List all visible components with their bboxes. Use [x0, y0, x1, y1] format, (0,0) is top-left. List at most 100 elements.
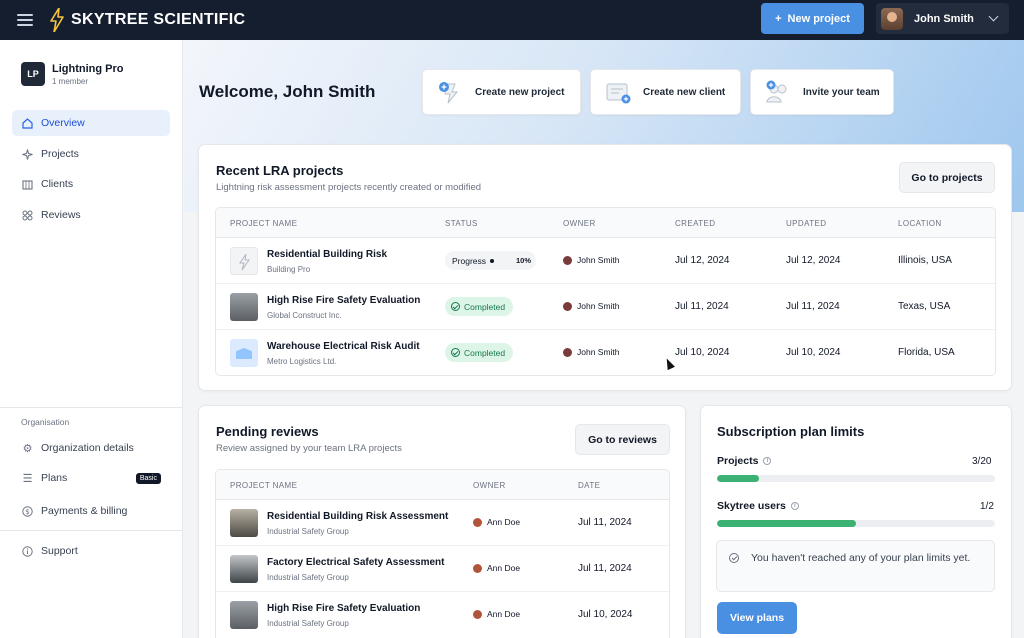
project-name[interactable]: Residential Building Risk	[267, 249, 387, 260]
project-name[interactable]: Residential Building Risk Assessment	[267, 511, 448, 522]
project-client: Global Construct Inc.	[267, 311, 342, 320]
team-plus-icon	[766, 80, 787, 103]
sidebar-item-payments-billing[interactable]: $ Payments & billing	[12, 498, 170, 524]
sidebar-item-label: Support	[41, 545, 78, 557]
project-name[interactable]: Factory Electrical Safety Assessment	[267, 557, 445, 568]
project-plus-icon	[439, 82, 459, 104]
sidebar-item-organization-details[interactable]: ⚙ Organization details	[12, 435, 170, 461]
status-badge: Completed	[445, 297, 514, 316]
project-name[interactable]: High Rise Fire Safety Evaluation	[267, 295, 420, 306]
updated-date: Jul 11, 2024	[786, 301, 840, 312]
go-to-projects-button[interactable]: Go to projects	[899, 162, 995, 193]
info-icon[interactable]: i	[790, 502, 799, 510]
column-header: OWNER	[563, 219, 596, 228]
invite-team-button[interactable]: Invite your team	[750, 69, 894, 115]
view-plans-button[interactable]: View plans	[717, 602, 797, 634]
column-header: LOCATION	[898, 219, 942, 228]
users-progress-bar	[717, 520, 995, 527]
owner-name: John Smith	[577, 301, 620, 311]
org-name: Lightning Pro	[52, 62, 124, 75]
recent-projects-table: PROJECT NAME STATUS OWNER CREATED UPDATE…	[215, 207, 996, 376]
user-menu[interactable]: John Smith	[876, 3, 1009, 34]
location: Illinois, USA	[898, 255, 952, 266]
user-name: John Smith	[914, 12, 974, 25]
owner: John Smith	[563, 301, 620, 311]
table-header: PROJECT NAME OWNER DATE	[216, 470, 669, 500]
owner: Ann Doe	[473, 517, 520, 527]
new-project-button[interactable]: + New project	[761, 3, 864, 34]
sidebar-item-clients[interactable]: Clients	[12, 171, 170, 197]
status-badge: Completed	[445, 343, 514, 362]
new-project-label: New project	[787, 12, 850, 25]
chevron-down-icon	[988, 11, 999, 22]
sidebar-item-overview[interactable]: Overview	[12, 110, 170, 136]
created-date: Jul 10, 2024	[675, 347, 730, 358]
brand-logo[interactable]: Skytree Scientific	[49, 8, 245, 32]
owner-name: Ann Doe	[487, 563, 521, 573]
org-badge: LP	[21, 62, 45, 86]
owner-name: Ann Doe	[487, 517, 521, 527]
project-name[interactable]: Warehouse Electrical Risk Audit	[267, 341, 420, 352]
project-thumbnail	[230, 293, 258, 321]
updated-date: Jul 10, 2024	[786, 347, 841, 358]
plus-icon: +	[775, 12, 782, 25]
project-client: Metro Logistics Ltd.	[267, 357, 337, 366]
owner-avatar	[563, 255, 572, 265]
owner: John Smith	[563, 255, 620, 265]
sidebar-item-reviews[interactable]: Reviews	[12, 202, 170, 228]
go-to-reviews-button[interactable]: Go to reviews	[575, 424, 670, 455]
sidebar-item-label: Organization details	[41, 442, 134, 454]
limit-label-users: Skytree users i	[717, 500, 799, 512]
project-client: Industrial Safety Group	[267, 527, 349, 536]
sidebar-item-projects[interactable]: Projects	[12, 141, 170, 167]
table-row[interactable]: High Rise Fire Safety Evaluation Industr…	[216, 592, 669, 638]
check-circle-icon	[451, 348, 460, 357]
sidebar: LP Lightning Pro 1 member Overview Proje…	[0, 40, 183, 638]
table-row[interactable]: Factory Electrical Safety Assessment Ind…	[216, 546, 669, 592]
owner-avatar	[473, 517, 482, 527]
help-circle-icon	[22, 545, 33, 557]
column-header: PROJECT NAME	[230, 219, 298, 228]
lightning-bolt-icon	[50, 8, 64, 32]
project-thumbnail	[230, 555, 258, 583]
review-date: Jul 10, 2024	[578, 609, 633, 620]
owner-name: John Smith	[577, 347, 620, 357]
owner: Ann Doe	[473, 609, 520, 619]
limits-note: You haven't reached any of your plan lim…	[716, 540, 995, 592]
org-switcher[interactable]: LP Lightning Pro 1 member	[21, 62, 123, 86]
column-header: UPDATED	[786, 219, 827, 228]
limit-count: 3/20	[972, 456, 992, 467]
sidebar-item-label: Clients	[41, 178, 74, 190]
sidebar-item-plans[interactable]: ☰ Plans Basic	[12, 465, 170, 491]
owner-name: John Smith	[577, 255, 620, 265]
project-name[interactable]: High Rise Fire Safety Evaluation	[267, 603, 420, 614]
create-project-button[interactable]: Create new project	[422, 69, 581, 115]
card-title: Subscription plan limits	[717, 424, 865, 439]
table-row[interactable]: Residential Building Risk Building Pro P…	[216, 238, 995, 284]
column-header: CREATED	[675, 219, 716, 228]
project-client: Industrial Safety Group	[267, 573, 349, 582]
grid-icon	[22, 210, 33, 221]
hamburger-icon[interactable]	[17, 14, 33, 26]
table-row[interactable]: Residential Building Risk Assessment Ind…	[216, 500, 669, 546]
check-circle-icon	[451, 302, 460, 311]
create-client-button[interactable]: Create new client	[590, 69, 741, 115]
home-icon	[22, 117, 33, 129]
table-row[interactable]: High Rise Fire Safety Evaluation Global …	[216, 284, 995, 330]
table-row[interactable]: Warehouse Electrical Risk Audit Metro Lo…	[216, 330, 995, 375]
sidebar-item-support[interactable]: Support	[12, 538, 170, 564]
progress-fill	[717, 475, 759, 482]
project-thumbnail	[230, 339, 258, 367]
quick-action-label: Create new project	[475, 86, 565, 98]
owner: Ann Doe	[473, 563, 520, 573]
divider	[0, 530, 183, 531]
pending-reviews-table: PROJECT NAME OWNER DATE Residential Buil…	[215, 469, 670, 638]
org-members: 1 member	[52, 76, 89, 86]
limit-label: Projects	[717, 455, 759, 467]
owner-name: Ann Doe	[487, 609, 521, 619]
info-icon[interactable]: i	[763, 457, 772, 465]
brand-name: Skytree Scientific	[71, 11, 246, 28]
owner-avatar	[563, 347, 572, 357]
column-header: OWNER	[473, 481, 506, 490]
project-thumbnail	[230, 247, 258, 275]
